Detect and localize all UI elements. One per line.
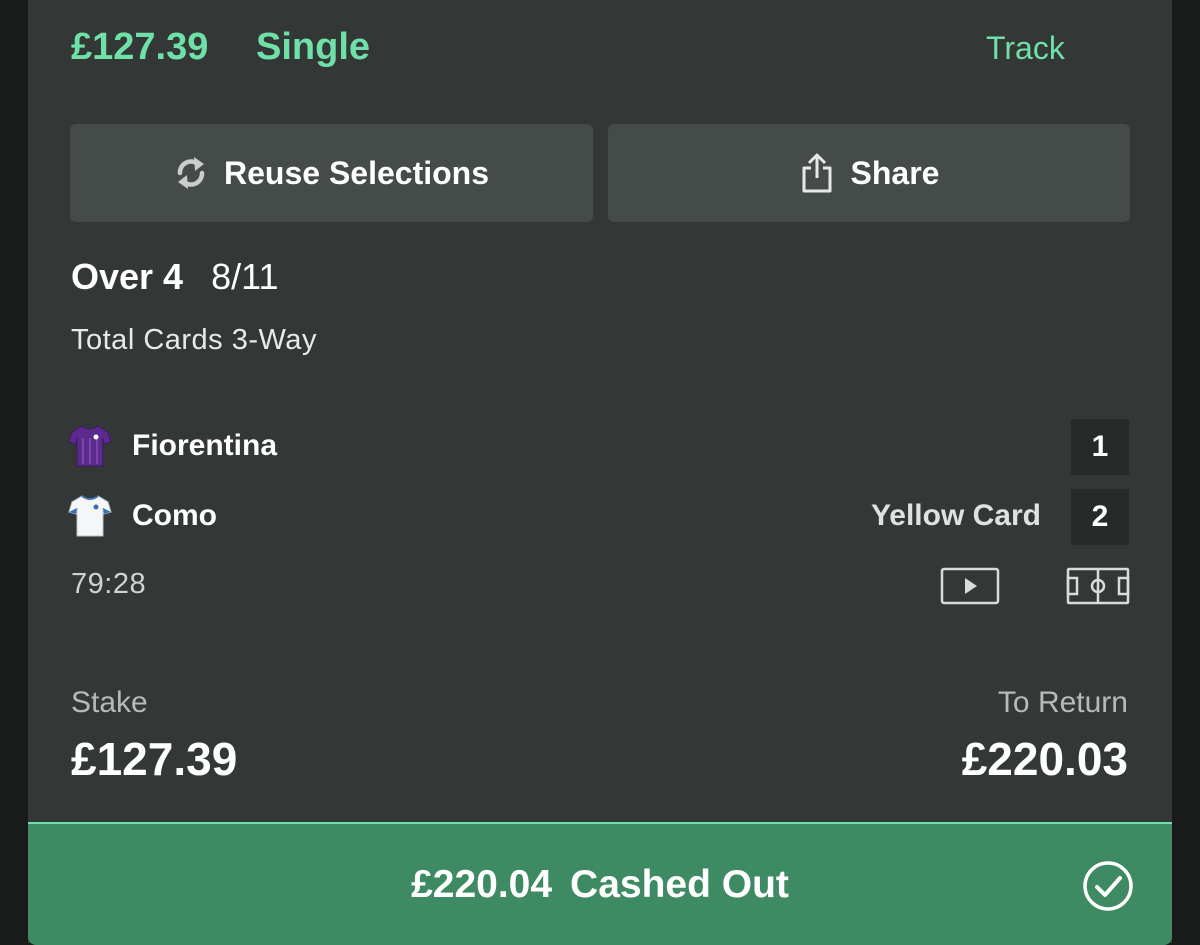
header-stake: £127.39 — [71, 26, 209, 68]
selection-odds: 8/11 — [211, 256, 279, 297]
market-name: Total Cards 3-Way — [71, 324, 317, 356]
como-kit-icon — [68, 495, 112, 537]
selection-line: Over 4 8/11 — [71, 256, 278, 298]
share-label: Share — [850, 154, 940, 191]
share-button[interactable]: Share — [608, 124, 1130, 222]
away-score: 2 — [1071, 489, 1129, 545]
cashed-out-bar: £220.04 Cashed Out — [28, 822, 1172, 945]
home-score: 1 — [1071, 419, 1129, 475]
home-team-name: Fiorentina — [132, 429, 278, 462]
cashout-status: Cashed Out — [570, 862, 789, 906]
away-team-row: Como — [68, 494, 217, 538]
away-team-name: Como — [132, 499, 217, 532]
video-icon[interactable] — [940, 567, 1000, 605]
stake-value: £127.39 — [71, 733, 238, 785]
track-link[interactable]: Track — [986, 30, 1065, 67]
bet-type: Single — [256, 26, 371, 68]
home-team-row: Fiorentina — [68, 424, 277, 468]
check-circle-icon — [1083, 861, 1133, 911]
stake-label: Stake — [71, 686, 148, 719]
selection-name: Over 4 — [71, 256, 184, 297]
to-return-label: To Return — [997, 686, 1128, 719]
cashout-amount: £220.04 — [411, 862, 553, 906]
last-event-label: Yellow Card — [870, 499, 1041, 532]
fiorentina-kit-icon — [68, 425, 112, 467]
reuse-selections-label: Reuse Selections — [224, 154, 489, 191]
bet-card: £127.39 Single Track Reuse Selections Sh… — [28, 0, 1172, 945]
to-return-value: £220.03 — [961, 733, 1128, 785]
share-icon — [799, 152, 835, 194]
reuse-selections-button[interactable]: Reuse Selections — [70, 124, 593, 222]
refresh-icon — [174, 154, 208, 192]
pitch-icon[interactable] — [1066, 567, 1130, 605]
match-clock: 79:28 — [71, 568, 147, 600]
